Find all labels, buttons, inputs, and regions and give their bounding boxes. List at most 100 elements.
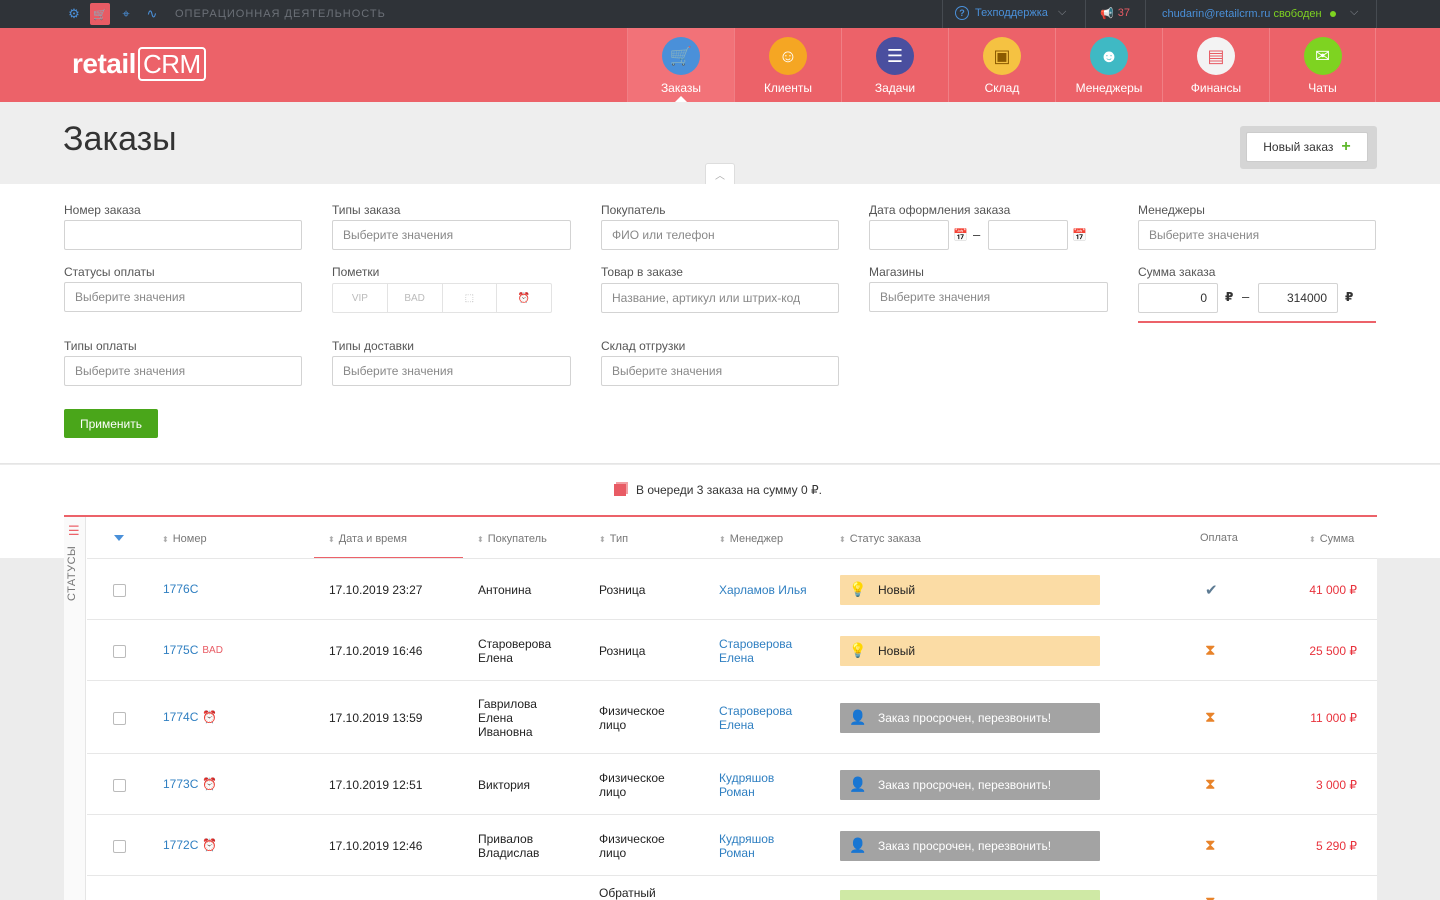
divider xyxy=(1376,0,1377,28)
row-checkbox[interactable] xyxy=(113,711,126,725)
status-badge[interactable] xyxy=(840,890,1100,900)
payment-types-label: Типы оплаты xyxy=(64,339,137,353)
manager-link[interactable]: Харламов Илья xyxy=(719,583,839,597)
order-number-link[interactable]: 1773C xyxy=(163,777,198,791)
row-checkbox[interactable] xyxy=(113,839,126,853)
chart-icon[interactable]: ∿ xyxy=(144,6,160,22)
th-sum[interactable]: ⬍ Сумма xyxy=(1309,533,1354,545)
alarm-clock-icon: ⏰ xyxy=(202,709,218,724)
order-number-input[interactable] xyxy=(64,220,302,250)
table-row[interactable]: 1775C BAD 17.10.2019 16:46 Староверова Елен… xyxy=(87,619,1377,680)
status-badge[interactable]: 👤 Заказ просрочен, перезвонить! xyxy=(840,830,1100,861)
hourglass-icon: ⧗ xyxy=(1205,708,1216,726)
notifications-button[interactable]: 📢 37 xyxy=(1100,7,1130,20)
order-number-link[interactable]: 1774C xyxy=(163,710,198,724)
nav-warehouse[interactable]: ▣ Склад xyxy=(948,28,1055,102)
nav-label: Склад xyxy=(984,81,1020,95)
mark-bad[interactable]: BAD xyxy=(388,284,443,312)
status-badge[interactable]: 💡 Новый xyxy=(840,635,1100,666)
mark-alarm-icon[interactable]: ⏰ xyxy=(497,284,551,312)
th-label: Статус заказа xyxy=(849,533,921,545)
order-number-link[interactable]: 1772C xyxy=(163,838,198,852)
nav-finance[interactable]: ▤ Финансы xyxy=(1162,28,1269,102)
sum-from-input[interactable]: 0 xyxy=(1138,283,1218,313)
nav-label: Чаты xyxy=(1308,81,1337,95)
nav-label: Заказы xyxy=(660,81,702,95)
nav-clients[interactable]: ☺ Клиенты xyxy=(734,28,841,102)
date-from-input[interactable] xyxy=(869,220,949,250)
table-row[interactable]: Обратный ⧗ xyxy=(87,875,1377,900)
top-bar: ⚙ 🛒 ⌖ ∿ ОПЕРАЦИОННАЯ ДЕЯТЕЛЬНОСТЬ ? Техп… xyxy=(0,0,1440,28)
payment-statuses-select[interactable]: Выберите значения xyxy=(64,282,302,312)
status-badge[interactable]: 💡 Новый xyxy=(840,574,1100,605)
calendar-icon[interactable]: 📅 xyxy=(1072,228,1087,242)
order-number-link[interactable]: 1776C xyxy=(163,582,198,596)
manager-link[interactable]: Кудряшов Роман xyxy=(719,832,799,860)
table-row[interactable]: 1776C 17.10.2019 23:27 Антонина Розница Харл… xyxy=(87,558,1377,619)
manager-link[interactable]: Староверова Елена xyxy=(719,637,799,665)
type-cell: Розница xyxy=(599,582,646,597)
status-badge[interactable]: 👤 Заказ просрочен, перезвонить! xyxy=(840,769,1100,800)
main-nav: 🛒 Заказы ☺ Клиенты ☰ Задачи ▣ Склад ☻ Ме… xyxy=(627,28,1376,102)
bad-badge: BAD xyxy=(202,644,223,656)
logo[interactable]: retail CRM xyxy=(72,47,206,81)
select-all-caret-icon[interactable] xyxy=(114,535,124,541)
buyer-input[interactable]: ФИО или телефон xyxy=(601,220,839,250)
order-types-select[interactable]: Выберите значения xyxy=(332,220,571,250)
menu-icon: ☰ xyxy=(68,523,80,538)
row-checkbox[interactable] xyxy=(113,583,126,597)
apply-button[interactable]: Применить xyxy=(64,409,158,438)
support-link[interactable]: ? Техподдержка xyxy=(955,6,1048,20)
chat-icon: ✉ xyxy=(1303,37,1342,75)
nav-orders[interactable]: 🛒 Заказы xyxy=(627,28,734,102)
managers-select[interactable]: Выберите значения xyxy=(1138,220,1376,250)
status-label: Заказ просрочен, перезвонить! xyxy=(878,710,1052,725)
hourglass-icon: ⧗ xyxy=(1205,836,1216,854)
th-buyer[interactable]: ⬍ Покупатель xyxy=(477,533,547,545)
mark-vip[interactable]: VIP xyxy=(333,284,388,312)
sum-to-input[interactable]: 314000 xyxy=(1258,283,1338,313)
manager-link[interactable]: Староверова Елена xyxy=(719,704,799,732)
calendar-icon[interactable]: 📅 xyxy=(953,228,968,242)
cart-icon[interactable]: 🛒 xyxy=(90,3,110,25)
shops-select[interactable]: Выберите значения xyxy=(869,282,1108,312)
gear-icon[interactable]: ⚙ xyxy=(66,6,82,22)
payment-types-select[interactable]: Выберите значения xyxy=(64,356,302,386)
th-number[interactable]: ⬍ Номер xyxy=(162,533,207,545)
mark-call-icon[interactable]: ⬚ xyxy=(443,284,498,312)
warehouse-select[interactable]: Выберите значения xyxy=(601,356,839,386)
main-header: retail CRM 🛒 Заказы ☺ Клиенты ☰ Задачи ▣ … xyxy=(0,28,1440,102)
user-menu[interactable]: chudarin@retailcrm.ru свободен xyxy=(1162,8,1336,20)
status-dot xyxy=(1329,11,1336,18)
chevron-up-icon: ︿ xyxy=(715,170,725,182)
nav-tasks[interactable]: ☰ Задачи xyxy=(841,28,948,102)
status-badge[interactable]: 👤 Заказ просрочен, перезвонить! xyxy=(840,702,1100,733)
delivery-types-select[interactable]: Выберите значения xyxy=(332,356,571,386)
row-checkbox[interactable] xyxy=(113,778,126,792)
nav-chats[interactable]: ✉ Чаты xyxy=(1269,28,1376,102)
manager-link[interactable]: Кудряшов Роман xyxy=(719,771,799,799)
chevron-down-icon[interactable]: ⌵ xyxy=(1350,6,1358,19)
target-icon[interactable]: ⌖ xyxy=(118,6,134,22)
th-manager[interactable]: ⬍ Менеджер xyxy=(719,533,783,545)
th-status[interactable]: ⬍ Статус заказа xyxy=(839,533,921,545)
table-row[interactable]: 1773C ⏰ 17.10.2019 12:51 Виктория Физическое… xyxy=(87,753,1377,814)
nav-managers[interactable]: ☻ Менеджеры xyxy=(1055,28,1162,102)
table-row[interactable]: 1774C ⏰ 17.10.2019 13:59 Гаврилова Елена Ив… xyxy=(87,680,1377,753)
collapse-filters-button[interactable]: ︿ xyxy=(705,163,735,184)
statuses-side-toggle[interactable]: ☰ СТАТУСЫ xyxy=(64,517,86,900)
finance-icon: ▤ xyxy=(1197,37,1235,75)
date-to-input[interactable] xyxy=(988,220,1068,250)
th-datetime[interactable]: ⬍ Дата и время xyxy=(328,533,407,545)
th-type[interactable]: ⬍ Тип xyxy=(599,533,628,545)
sum-cell: 5 290 ₽ xyxy=(1316,838,1357,853)
chevron-down-icon[interactable]: ⌵ xyxy=(1058,6,1066,19)
order-number-cell: 1773C ⏰ xyxy=(163,777,217,791)
user-status: свободен xyxy=(1273,8,1322,20)
table-row[interactable]: 1772C ⏰ 17.10.2019 12:46 Привалов Владислав… xyxy=(87,814,1377,875)
new-order-button[interactable]: Новый заказ + xyxy=(1246,132,1368,162)
row-checkbox[interactable] xyxy=(113,644,126,658)
order-number-link[interactable]: 1775C xyxy=(163,643,198,657)
product-input[interactable]: Название, артикул или штрих-код xyxy=(601,283,839,313)
order-number-cell: 1776C xyxy=(163,582,198,596)
